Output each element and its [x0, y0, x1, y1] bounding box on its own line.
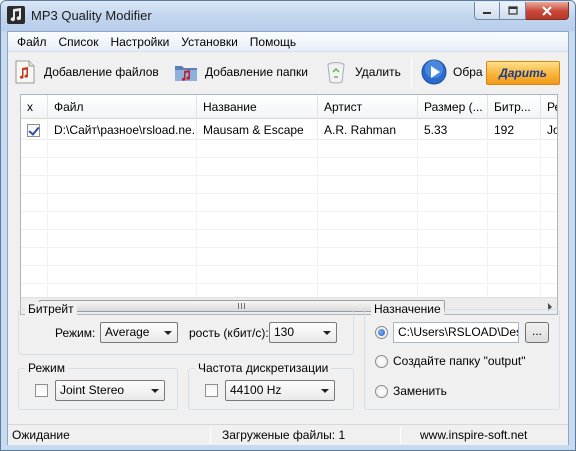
create-output-folder-label[interactable]: Создайте папку "output"	[393, 354, 525, 368]
add-files-label: Добавление файлов	[44, 65, 159, 79]
column-header-size[interactable]: Размер (...	[418, 95, 488, 119]
delete-button[interactable]: Удалить	[323, 57, 401, 87]
table-row[interactable]: D:\Сайт\разное\rsload.ne... Mausam & Esc…	[21, 120, 557, 140]
replace-radio[interactable]	[375, 385, 388, 398]
process-label: Обра	[453, 65, 483, 79]
empty-row	[21, 141, 557, 158]
process-button[interactable]: Обра	[421, 57, 483, 87]
cell-size: 5.33	[418, 120, 488, 140]
samplerate-group: Частота дискретизации 44100 Hz	[188, 361, 354, 410]
add-folder-label: Добавление папки	[205, 65, 308, 79]
bitrate-group-title: Битрейт	[25, 302, 77, 316]
music-folder-icon	[175, 66, 197, 81]
destination-group-title: Назначение	[371, 302, 444, 316]
cell-file: D:\Сайт\разное\rsload.ne...	[48, 120, 197, 140]
destination-path-input[interactable]: C:\Users\RSLOAD\Desk	[393, 322, 519, 343]
status-bar: Ожидание Загруженые файлы: 1 www.inspire…	[8, 424, 568, 445]
empty-row	[21, 267, 557, 284]
menu-settings[interactable]: Настройки	[104, 32, 175, 52]
mode-group-title: Режим	[25, 361, 68, 375]
destination-group: Назначение C:\Users\RSLOAD\Desk ... Созд…	[364, 302, 560, 410]
chevron-down-icon	[164, 331, 172, 335]
mode-group: Режим Joint Stereo	[18, 361, 178, 410]
column-header-file[interactable]: Файл	[48, 95, 197, 119]
maximize-icon	[507, 6, 518, 15]
replace-label[interactable]: Заменить	[393, 384, 447, 398]
window-title: MP3 Quality Modifier	[31, 8, 152, 23]
mode-checkbox[interactable]	[35, 384, 48, 397]
empty-row	[21, 195, 557, 212]
empty-row	[21, 249, 557, 266]
bitrate-mode-value: Average	[105, 325, 150, 339]
column-header-bitrate[interactable]: Битр...	[488, 95, 541, 119]
add-files-button[interactable]: Добавление файлов	[12, 57, 159, 87]
column-header-artist[interactable]: Артист	[318, 95, 418, 119]
donate-button[interactable]: Дарить	[486, 61, 560, 85]
menu-help[interactable]: Помощь	[244, 32, 302, 52]
row-checkbox[interactable]	[27, 124, 40, 138]
chevron-down-icon	[151, 389, 159, 393]
close-button[interactable]	[526, 2, 569, 20]
empty-row	[21, 231, 557, 248]
empty-row	[21, 159, 557, 176]
samplerate-value: 44100 Hz	[230, 383, 282, 397]
status-divider	[210, 427, 211, 444]
cell-mode: Join	[541, 120, 557, 140]
samplerate-group-title: Частота дискретизации	[195, 361, 332, 375]
maximize-button[interactable]	[500, 2, 526, 20]
channel-mode-select[interactable]: Joint Stereo	[55, 380, 165, 401]
bitrate-mode-label: Режим:	[55, 326, 96, 340]
recycle-bin-icon	[327, 62, 345, 84]
loaded-files-count: Загруженые файлы: 1	[222, 428, 346, 442]
cell-bitrate: 192	[488, 120, 541, 140]
destination-path-radio[interactable]	[375, 326, 388, 339]
website-link[interactable]: www.inspire-soft.net	[420, 425, 527, 446]
file-list[interactable]: x Файл Название Артист Размер (... Битр.…	[20, 94, 558, 315]
title-bar[interactable]: MP3 Quality Modifier	[1, 1, 575, 31]
minimize-icon	[483, 11, 491, 14]
samplerate-select[interactable]: 44100 Hz	[225, 380, 335, 401]
bitrate-rate-select[interactable]: 130	[269, 322, 337, 343]
toolbar-separator	[411, 58, 412, 88]
browse-button[interactable]: ...	[525, 322, 549, 343]
bitrate-mode-select[interactable]: Average	[100, 322, 178, 343]
close-icon	[542, 5, 552, 16]
client-area: Файл Список Настройки Установки Помощь Д…	[7, 31, 569, 445]
samplerate-checkbox[interactable]	[205, 384, 218, 397]
add-folder-button[interactable]: Добавление папки	[173, 57, 308, 87]
column-header-check[interactable]: x	[21, 95, 48, 119]
cell-artist: A.R. Rahman	[318, 120, 418, 140]
channel-mode-value: Joint Stereo	[60, 383, 125, 397]
column-header-mode[interactable]: Ре	[541, 95, 557, 119]
empty-row	[21, 177, 557, 194]
status-text: Ожидание	[12, 428, 70, 442]
toolbar: Добавление файлов Добавление папки Удали…	[8, 53, 568, 91]
status-divider	[400, 427, 401, 444]
menu-file[interactable]: Файл	[11, 32, 53, 52]
minimize-button[interactable]	[474, 2, 500, 20]
menu-list[interactable]: Список	[53, 32, 105, 52]
bitrate-rate-value: 130	[274, 325, 295, 339]
menu-preferences[interactable]: Установки	[175, 32, 243, 52]
create-output-folder-radio[interactable]	[375, 355, 388, 368]
row-checkbox-cell	[21, 120, 48, 140]
empty-row	[21, 213, 557, 230]
bitrate-rate-label: рость (кбит/с):	[189, 326, 269, 340]
column-header-title[interactable]: Название	[197, 95, 318, 119]
delete-label: Удалить	[355, 65, 401, 79]
music-note-icon	[7, 6, 25, 24]
app-window: MP3 Quality Modifier Файл Список Настрой…	[0, 0, 576, 451]
play-icon	[421, 59, 447, 85]
cell-title: Mausam & Escape	[197, 120, 318, 140]
bitrate-group: Битрейт Режим: Average рость (кбит/с): 1…	[18, 302, 354, 355]
chevron-down-icon	[321, 389, 329, 393]
music-file-icon	[15, 60, 35, 84]
menu-bar: Файл Список Настройки Установки Помощь	[8, 32, 568, 52]
grid-header: x Файл Название Артист Размер (... Битр.…	[21, 95, 557, 119]
chevron-down-icon	[323, 331, 331, 335]
